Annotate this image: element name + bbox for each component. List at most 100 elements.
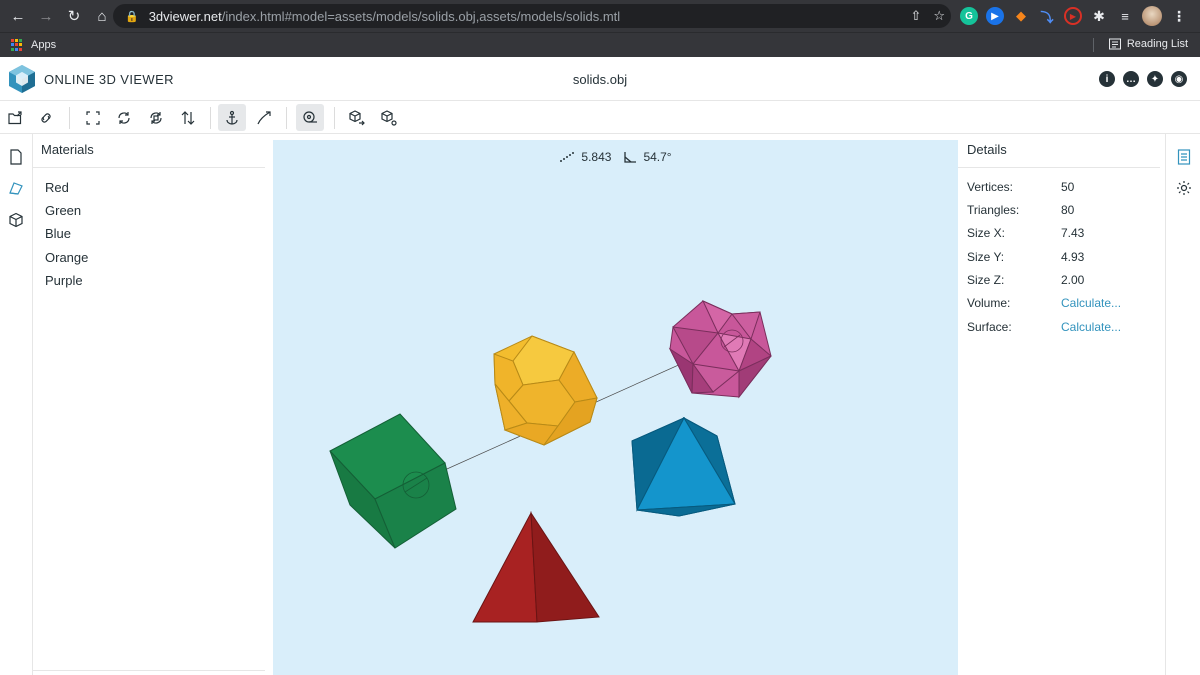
- material-item-green[interactable]: Green: [45, 203, 81, 218]
- forward-arrow-icon[interactable]: →: [33, 3, 59, 29]
- materials-shape-icon: [9, 182, 23, 195]
- meshes-tab[interactable]: [7, 211, 25, 229]
- orange-dodecahedron[interactable]: [493, 335, 598, 446]
- rotate-z-icon: [150, 111, 162, 124]
- export-button[interactable]: [343, 104, 371, 131]
- media-queue-icon[interactable]: ≡: [1116, 7, 1134, 25]
- details-title: Details: [967, 142, 1007, 157]
- size-z-label: Size Z:: [967, 273, 1005, 287]
- rotate-y-icon: [118, 111, 130, 124]
- vertices-value: 50: [1061, 180, 1075, 194]
- info-icon[interactable]: i: [1099, 71, 1115, 87]
- main-toolbar: [0, 101, 1200, 134]
- metamask-fox-icon[interactable]: ◆: [1012, 7, 1030, 25]
- apps-label: Apps: [31, 39, 57, 51]
- details-divider: [958, 167, 1160, 168]
- material-item-red[interactable]: Red: [45, 180, 69, 195]
- measure-button[interactable]: [296, 104, 324, 131]
- free-orbit-button[interactable]: [250, 104, 278, 131]
- more-menu-icon[interactable]: ⋮: [1170, 7, 1188, 25]
- browser-toolbar: ← → ↻ ⌂ 🔒 3dviewer.net/index.html#model=…: [0, 0, 1200, 32]
- files-tab[interactable]: [7, 148, 25, 166]
- export-cube-icon: [349, 109, 365, 125]
- reload-icon[interactable]: ↻: [61, 3, 87, 29]
- scene-canvas: [329, 299, 772, 623]
- profile-avatar[interactable]: [1142, 6, 1162, 26]
- grammarly-icon[interactable]: G: [960, 7, 978, 25]
- gear-icon: [1177, 181, 1191, 195]
- twitter-icon[interactable]: ✦: [1147, 71, 1163, 87]
- details-tab[interactable]: [1175, 148, 1193, 166]
- open-url-icon: [41, 112, 51, 123]
- toolbar-divider: [69, 107, 70, 129]
- back-arrow-icon[interactable]: ←: [5, 3, 31, 29]
- volume-label: Volume:: [967, 296, 1011, 310]
- apps-bookmark[interactable]: Apps: [11, 39, 56, 51]
- toolbar-divider: [334, 107, 335, 129]
- puzzle-icon[interactable]: ✱: [1090, 7, 1108, 25]
- address-bar[interactable]: 🔒 3dviewer.net/index.html#model=assets/m…: [113, 4, 951, 28]
- orbit-curve-icon: [257, 110, 271, 124]
- open-url-button[interactable]: [32, 104, 60, 131]
- green-cube[interactable]: [329, 413, 457, 549]
- flip-arrows-icon: [181, 110, 195, 125]
- open-file-button[interactable]: [2, 104, 30, 131]
- materials-tab[interactable]: [7, 179, 25, 197]
- fixed-up-vector-button[interactable]: [218, 104, 246, 131]
- up-vector-z-button[interactable]: [142, 104, 170, 131]
- apps-grid-icon: [11, 39, 23, 51]
- left-side-nav: [0, 134, 33, 675]
- blue-octahedron[interactable]: [631, 416, 736, 517]
- open-file-icon: [8, 110, 22, 124]
- details-panel: Details Vertices: 50 Triangles: 80 Size …: [958, 134, 1165, 675]
- size-z-value: 2.00: [1061, 273, 1085, 287]
- size-y-value: 4.93: [1061, 250, 1085, 264]
- right-side-nav: [1165, 134, 1200, 675]
- app-header: ONLINE 3D VIEWER solids.obj i … ✦ ◉: [0, 57, 1200, 101]
- url-path: /index.html#model=assets/models/solids.o…: [221, 8, 621, 24]
- github-icon[interactable]: ◉: [1171, 71, 1187, 87]
- feedback-icon[interactable]: …: [1123, 71, 1139, 87]
- red-play-ext-icon[interactable]: ▶: [1064, 7, 1082, 25]
- materials-panel: Materials Red Green Blue Orange Purple: [33, 134, 273, 675]
- bookmarks-bar: Apps Reading List: [0, 32, 1200, 57]
- reading-list-button[interactable]: Reading List: [1092, 38, 1188, 52]
- share-page-icon[interactable]: ⇧: [910, 8, 921, 24]
- vertices-label: Vertices:: [967, 180, 1014, 194]
- purple-icosahedron[interactable]: [668, 299, 772, 399]
- size-y-label: Size Y:: [967, 250, 1005, 264]
- volume-calculate-link[interactable]: Calculate...: [1061, 296, 1121, 310]
- url-host: 3dviewer.net: [148, 8, 222, 24]
- file-icon: [10, 149, 22, 165]
- materials-divider: [33, 167, 265, 168]
- home-icon[interactable]: ⌂: [89, 3, 115, 29]
- fit-to-window-icon: [86, 110, 100, 125]
- fit-to-window-button[interactable]: [79, 104, 107, 131]
- bookmark-star-icon[interactable]: ☆: [933, 8, 945, 24]
- flip-up-vector-button[interactable]: [174, 104, 202, 131]
- lock-icon: 🔒: [125, 10, 139, 23]
- measure-tape-icon: [303, 110, 317, 123]
- share-button[interactable]: [375, 104, 403, 131]
- share-cube-icon: [381, 109, 397, 126]
- material-item-blue[interactable]: Blue: [45, 226, 71, 241]
- up-vector-y-button[interactable]: [110, 104, 138, 131]
- size-x-value: 7.43: [1061, 226, 1085, 240]
- material-item-purple[interactable]: Purple: [45, 273, 83, 288]
- materials-bottom-divider: [33, 670, 265, 671]
- file-title: solids.obj: [572, 72, 628, 87]
- 3d-viewport[interactable]: 5.843 54.7°: [273, 140, 958, 675]
- blue-arrow-ext-icon[interactable]: ⤵: [1038, 7, 1056, 25]
- toolbar-divider: [286, 107, 287, 129]
- reading-list-label: Reading List: [1126, 38, 1188, 50]
- size-x-label: Size X:: [967, 226, 1006, 240]
- blue-circle-ext-icon[interactable]: ▶: [986, 7, 1004, 25]
- surface-calculate-link[interactable]: Calculate...: [1061, 320, 1121, 334]
- settings-tab[interactable]: [1175, 179, 1193, 197]
- mesh-cube-icon: [9, 212, 23, 228]
- bookmarks-divider: [1092, 38, 1094, 52]
- red-tetrahedron[interactable]: [472, 511, 600, 623]
- material-item-orange[interactable]: Orange: [45, 250, 88, 265]
- triangles-value: 80: [1061, 203, 1075, 217]
- anchor-icon: [226, 110, 238, 125]
